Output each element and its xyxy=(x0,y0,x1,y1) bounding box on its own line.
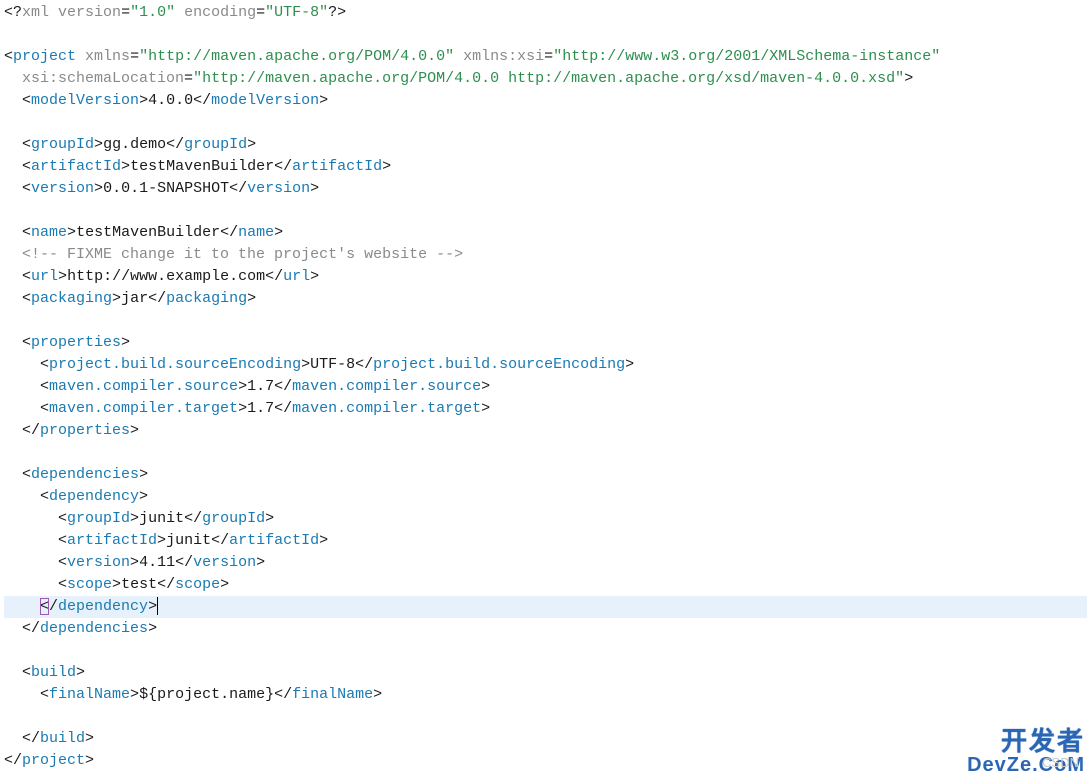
xml-code-block: <?xml version="1.0" encoding="UTF-8"?> <… xyxy=(0,0,1091,774)
watermark-devze-cn: 开发者 xyxy=(1001,730,1085,752)
watermark-csdn: CSDN xyxy=(1042,752,1079,774)
